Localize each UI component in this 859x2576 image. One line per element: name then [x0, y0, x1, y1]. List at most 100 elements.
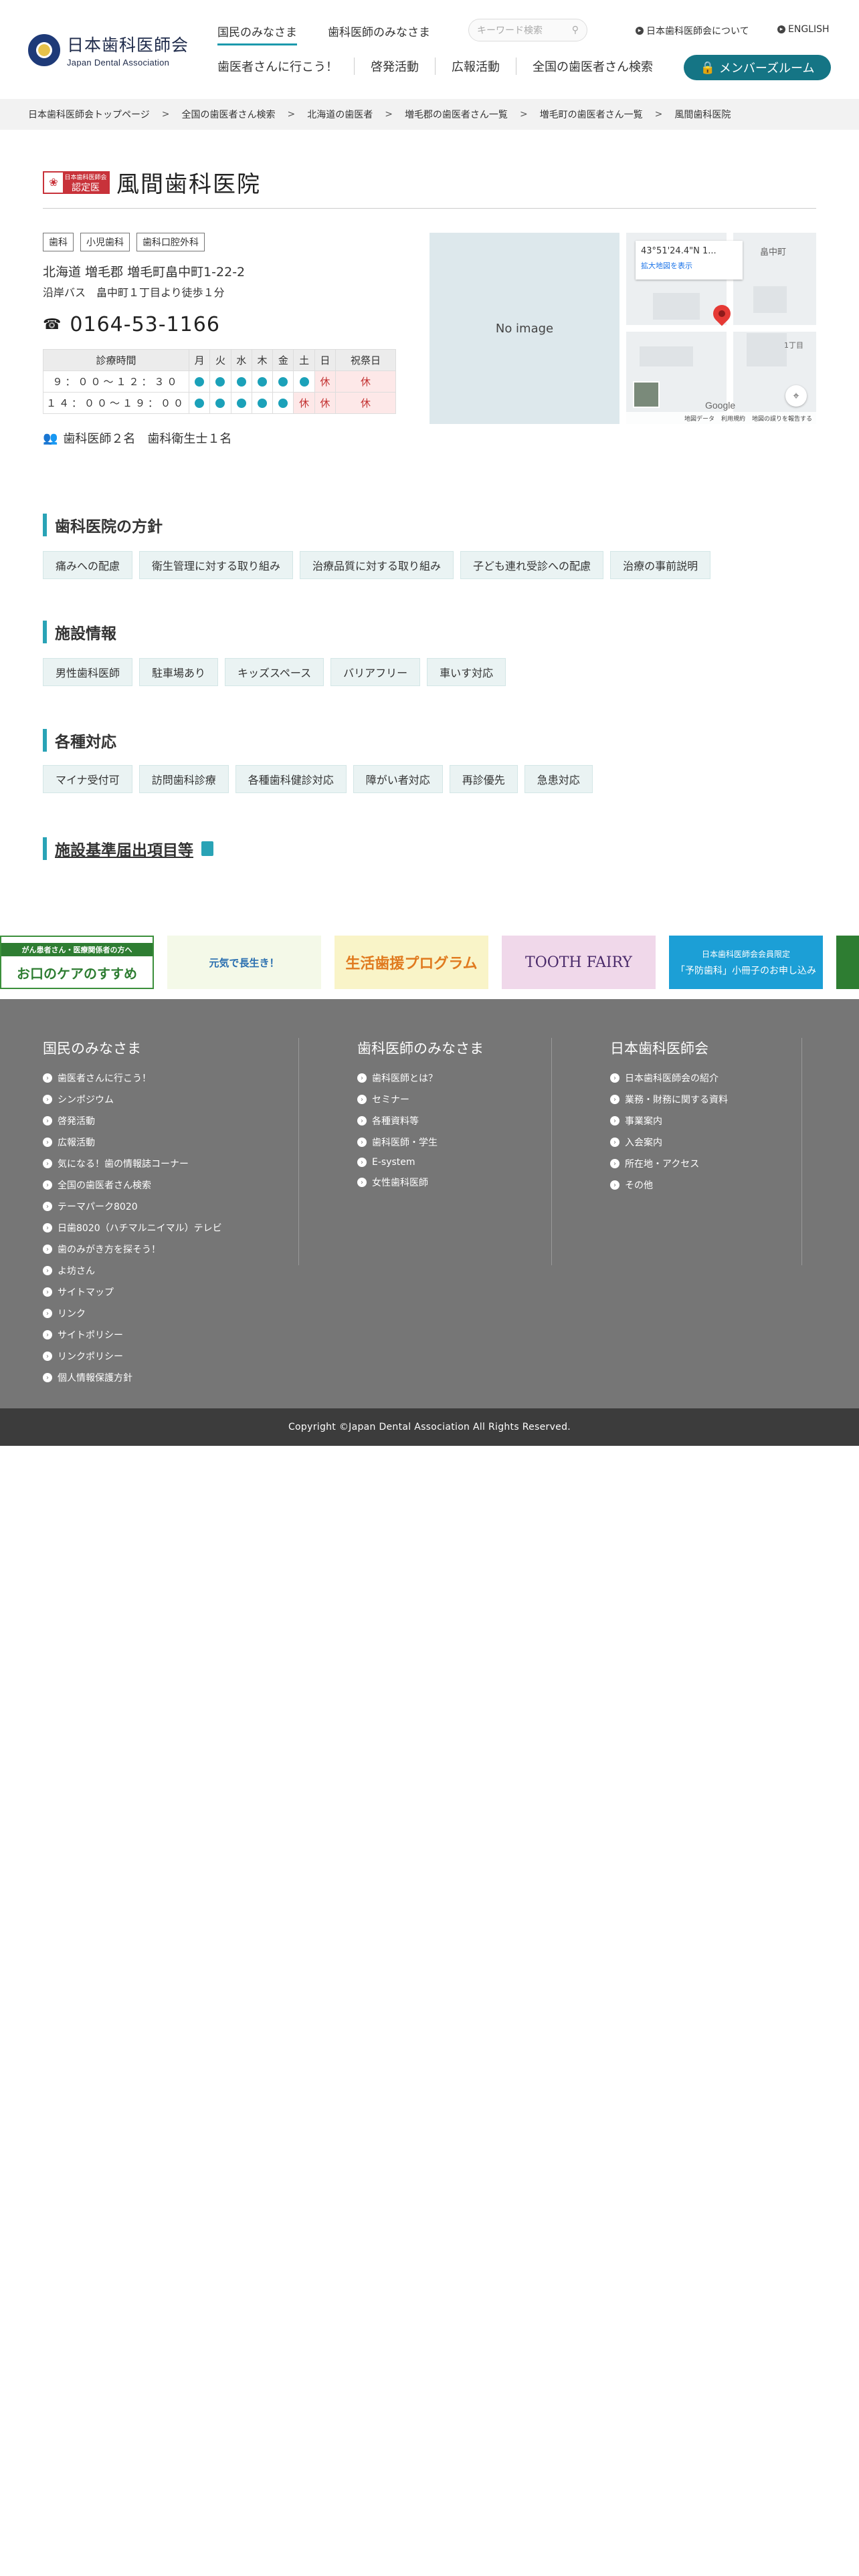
hours-closed: 休	[335, 392, 396, 414]
hours-header: 金	[272, 349, 294, 371]
members-room-label: メンバーズルーム	[719, 62, 815, 76]
map-report-link[interactable]: 地図の誤りを報告する	[752, 414, 812, 423]
footer-link[interactable]: › 業務・財務に関する資料	[610, 1093, 728, 1106]
members-room-button[interactable]: 🔒 メンバーズルーム	[684, 55, 831, 80]
footer-link[interactable]: › よ坊さん	[43, 1264, 222, 1277]
banner-partial[interactable]	[836, 936, 859, 989]
chevron-right-icon: ›	[357, 1095, 367, 1104]
footer-divider	[801, 1038, 802, 1265]
footer-link[interactable]: › 日歯8020（ハチマルニイマル）テレビ	[43, 1221, 222, 1235]
footer-link[interactable]: › 歯のみがき方を探そう！	[43, 1243, 222, 1256]
clinic-phone[interactable]: ☎ 0164-53-1166	[43, 313, 220, 336]
footer-col-title: 日本歯科医師会	[610, 1041, 708, 1057]
hours-time: １４：００～１９：００	[43, 392, 189, 414]
hours-cell	[272, 370, 294, 393]
footer-link[interactable]: › リンク	[43, 1307, 222, 1320]
footer-link-label: その他	[625, 1180, 653, 1191]
footer-divider	[298, 1038, 299, 1265]
footer-link[interactable]: › 女性歯科医師	[357, 1176, 484, 1189]
footer-link[interactable]: › 入会案内	[610, 1136, 728, 1149]
footer-link[interactable]: › E-system	[357, 1157, 484, 1168]
footer-link[interactable]: › 個人情報保護方針	[43, 1371, 222, 1384]
banner-life-program[interactable]: 生活歯援プログラム	[335, 936, 488, 989]
english-link[interactable]: ▸ ENGLISH	[777, 24, 830, 35]
footer-link[interactable]: › 啓発活動	[43, 1114, 222, 1128]
footer-link-label: 日本歯科医師会の紹介	[625, 1073, 719, 1084]
nav-citizens[interactable]: 国民のみなさま	[217, 23, 297, 45]
clinic-access: 沿岸バス 畠中町１丁目より徒歩１分	[43, 286, 225, 299]
banner-longevity[interactable]: 元気で長生き！	[167, 936, 321, 989]
banner-booklet[interactable]: 日本歯科医師会会員限定 「予防歯科」小冊子のお申し込み	[669, 936, 823, 989]
hours-cell	[230, 392, 252, 414]
breadcrumb-current: 風間歯科医院	[674, 110, 731, 120]
footer-link-label: 入会案内	[625, 1138, 662, 1148]
footer-link[interactable]: › 全国の歯医者さん検索	[43, 1178, 222, 1192]
banner-title: 元気で長生き！	[209, 956, 280, 969]
breadcrumb-item[interactable]: 増毛郡の歯医者さん一覧	[405, 108, 508, 121]
footer-link[interactable]: › その他	[610, 1178, 728, 1192]
breadcrumb-item[interactable]: 日本歯科医師会トップページ	[28, 108, 150, 121]
about-link[interactable]: ▸ 日本歯科医師会について	[636, 24, 749, 37]
footer-link[interactable]: › 歯科医師・学生	[357, 1136, 484, 1149]
footer-link[interactable]: › 日本歯科医師会の紹介	[610, 1071, 728, 1085]
footer-link[interactable]: › 広報活動	[43, 1136, 222, 1149]
footer-link[interactable]: › サイトマップ	[43, 1285, 222, 1299]
nav-pr[interactable]: 広報活動	[435, 58, 516, 75]
map-terms-link[interactable]: 利用規約	[721, 414, 745, 423]
breadcrumb-item[interactable]: 北海道の歯医者	[307, 108, 373, 121]
hours-row: １４：００～１９：００ 休 休 休	[43, 392, 396, 414]
footer-link-label: テーマパーク8020	[58, 1202, 138, 1212]
open-icon	[258, 377, 268, 387]
standards-link[interactable]: 施設基準届出項目等	[43, 837, 213, 860]
footer-link-label: 広報活動	[58, 1138, 95, 1148]
footer-link[interactable]: › 各種資料等	[357, 1114, 484, 1128]
footer-link[interactable]: › リンクポリシー	[43, 1350, 222, 1363]
nav-visit-dentist[interactable]: 歯医者さんに行こう！	[217, 58, 354, 75]
hours-cell	[188, 392, 211, 414]
hours-cell	[293, 370, 315, 393]
footer-list: › 日本歯科医師会の紹介 › 業務・財務に関する資料 › 事業案内 › 入会案内 › 所在地・アク…	[610, 1071, 728, 1192]
clinic-name: 風間歯科医院	[116, 171, 261, 198]
support-item: 各種歯科健診対応	[235, 765, 347, 793]
hours-header: 火	[209, 349, 231, 371]
nav-dentists[interactable]: 歯科医師のみなさま	[328, 23, 430, 45]
footer-link[interactable]: › シンポジウム	[43, 1093, 222, 1106]
footer-link-label: リンクポリシー	[58, 1352, 123, 1362]
nav-dentist-search[interactable]: 全国の歯医者さん検索	[516, 58, 669, 75]
search-input[interactable]: キーワード検索 ⚲	[468, 19, 587, 41]
map-data-link[interactable]: 地図データ	[684, 414, 714, 423]
map-enlarge-link[interactable]: 拡大地図を表示	[641, 260, 737, 271]
footer-link[interactable]: › 気になる！歯の情報誌コーナー	[43, 1157, 222, 1170]
chevron-right-icon: ›	[43, 1116, 52, 1125]
map-locate-icon[interactable]: ⌖	[785, 385, 807, 407]
google-map[interactable]: 43°51'24.4"N 1... 拡大地図を表示 畠中町 1丁目 Google…	[626, 233, 816, 424]
footer-list: › 歯医者さんに行こう！ › シンポジウム › 啓発活動 › 広報活動 › 気になる！歯の情報誌コ…	[43, 1071, 222, 1384]
footer-link[interactable]: › セミナー	[357, 1093, 484, 1106]
footer-link[interactable]: › 事業案内	[610, 1114, 728, 1128]
footer-col-dentists: 歯科医師のみなさま › 歯科医師とは？ › セミナー › 各種資料等 › 歯科医師・学生 › E-…	[357, 1038, 484, 1197]
search-icon[interactable]: ⚲	[572, 25, 579, 35]
footer-link[interactable]: › 歯科医師とは？	[357, 1071, 484, 1085]
phone-icon: ☎	[43, 316, 62, 333]
support-list: マイナ受付可 訪問歯科診療 各種歯科健診対応 障がい者対応 再診優先 急患対応	[43, 765, 593, 793]
chevron-right-icon: ›	[357, 1116, 367, 1125]
chevron-right-icon: ›	[43, 1352, 52, 1361]
footer-link[interactable]: › サイトポリシー	[43, 1328, 222, 1341]
breadcrumb-item[interactable]: 全国の歯医者さん検索	[181, 108, 275, 121]
banner-oral-care[interactable]: がん患者さん・医療関係者の方へ お口のケアのすすめ	[0, 936, 154, 989]
footer-link-label: E-system	[372, 1157, 415, 1168]
nav-awareness[interactable]: 啓発活動	[354, 58, 435, 75]
map-satellite-toggle[interactable]	[633, 381, 660, 408]
site-logo[interactable]: 日本歯科医師会 Japan Dental Association	[28, 32, 189, 68]
hours-closed: 休	[293, 392, 315, 414]
facility-item: キッズスペース	[225, 658, 324, 686]
hours-cell	[209, 392, 231, 414]
chevron-right-icon: ›	[610, 1159, 619, 1168]
banner-tooth-fairy[interactable]: TOOTH FAIRY	[502, 936, 656, 989]
footer-link[interactable]: › 所在地・アクセス	[610, 1157, 728, 1170]
breadcrumb-item[interactable]: 増毛町の歯医者さん一覧	[540, 108, 643, 121]
footer-link[interactable]: › テーマパーク8020	[43, 1200, 222, 1213]
chevron-right-icon: ›	[43, 1245, 52, 1254]
footer-link[interactable]: › 歯医者さんに行こう！	[43, 1071, 222, 1085]
specialty-tag: 歯科	[43, 233, 74, 251]
